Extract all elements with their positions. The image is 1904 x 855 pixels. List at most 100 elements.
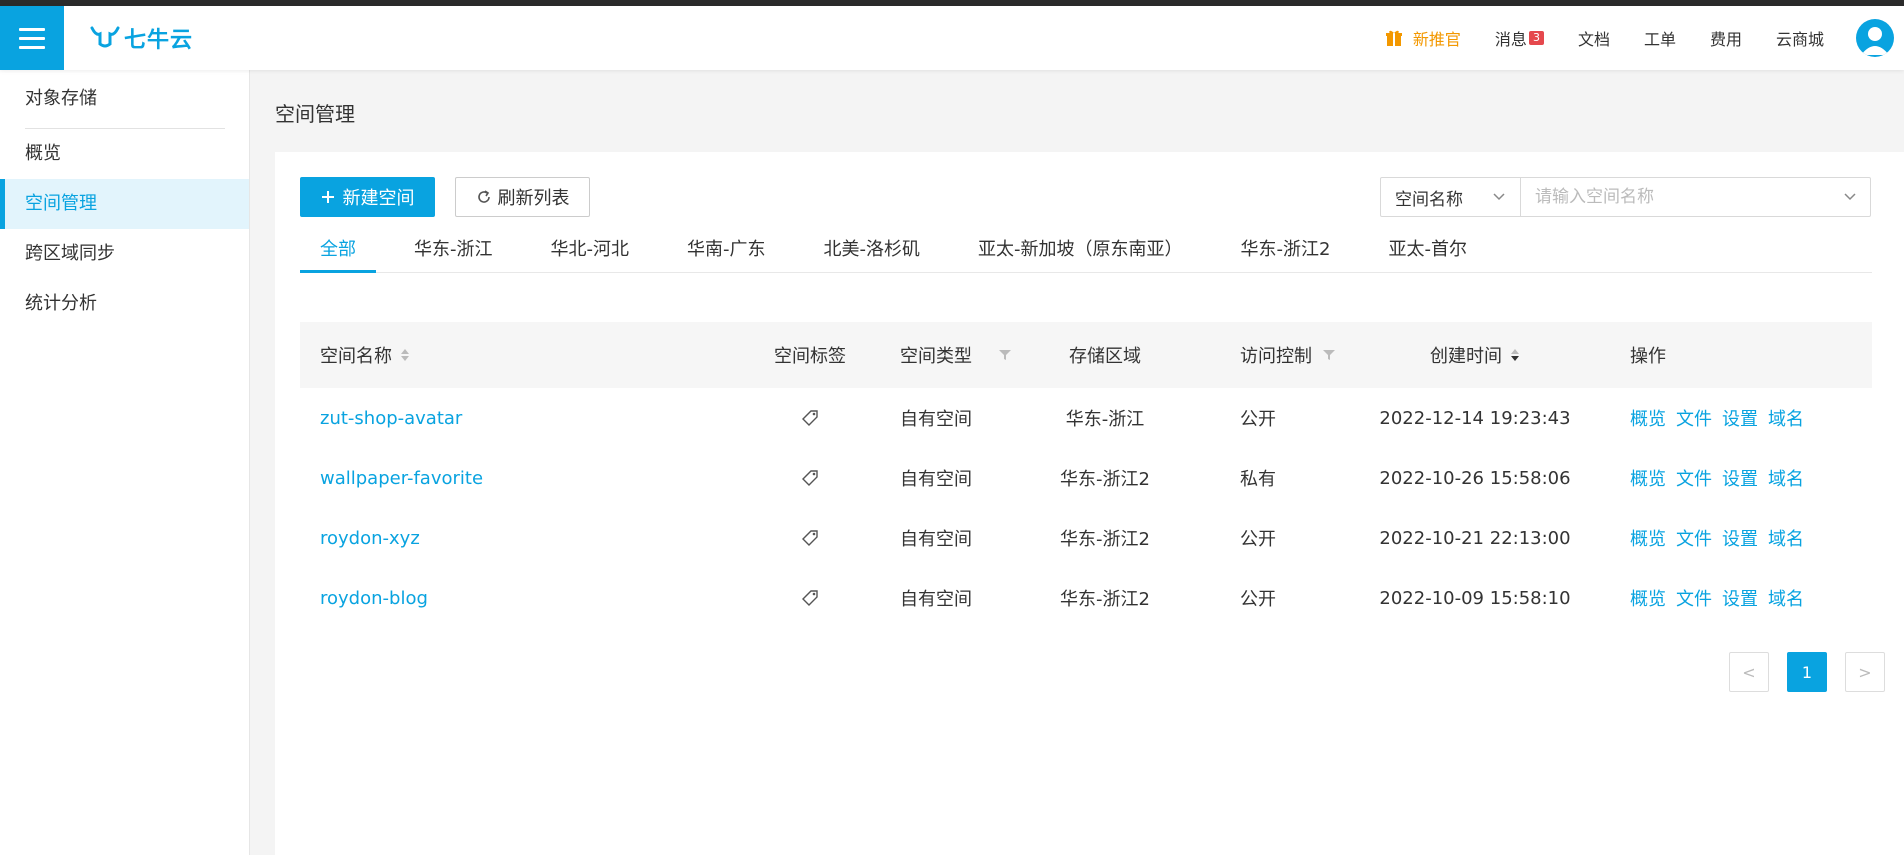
bucket-created: 2022-10-21 22:13:00 [1379,527,1571,549]
action-files[interactable]: 文件 [1676,525,1712,551]
tab-east-zhejiang2[interactable]: 华东-浙江2 [1221,227,1351,273]
search-field-select[interactable]: 空间名称 [1381,178,1521,216]
page-number-button[interactable]: 1 [1787,652,1827,692]
action-overview[interactable]: 概览 [1630,585,1666,611]
chevron-down-icon [1493,193,1505,201]
main-content: 空间管理 新建空间 刷新列表 空间名称 请输入空间名称 全部 华东-浙江 华北-… [251,70,1904,855]
bucket-region: 华东-浙江2 [1060,529,1150,550]
bucket-name-link[interactable]: wallpaper-favorite [320,468,483,489]
table-row: roydon-blog 自有空间 华东-浙江2 公开 2022-10-09 15… [300,568,1872,628]
bucket-region: 华东-浙江2 [1060,589,1150,610]
sidebar-item-statistics[interactable]: 统计分析 [0,279,249,329]
bucket-name-link[interactable]: roydon-blog [320,588,428,609]
tab-na-los-angeles[interactable]: 北美-洛杉矶 [804,227,941,273]
tab-east-zhejiang[interactable]: 华东-浙江 [394,227,513,273]
bucket-created: 2022-10-09 15:58:10 [1379,587,1571,609]
plus-icon [321,191,334,203]
refresh-icon [477,190,490,203]
sidebar-item-cross-region-sync[interactable]: 跨区域同步 [0,229,249,279]
action-overview[interactable]: 概览 [1630,465,1666,491]
action-settings[interactable]: 设置 [1722,465,1758,491]
tag-icon[interactable] [800,588,820,608]
docs-link[interactable]: 文档 [1578,26,1610,50]
action-overview[interactable]: 概览 [1630,405,1666,431]
sidebar: 对象存储 概览 空间管理 跨区域同步 统计分析 [0,70,250,855]
bucket-table: 空间名称 空间标签 空间类型 存储区域 访问控制 创建时间 操作 zut-sho… [300,322,1872,628]
col-header-name[interactable]: 空间名称 [300,342,760,368]
bucket-name-input[interactable] [1521,178,1830,216]
col-header-tag: 空间标签 [774,346,846,367]
top-header: 七牛云 新推官 消息 3 文档 工单 费用 云商城 [0,6,1904,70]
action-files[interactable]: 文件 [1676,465,1712,491]
tab-ap-singapore[interactable]: 亚太-新加坡（原东南亚） [958,227,1203,273]
bucket-name-link[interactable]: roydon-xyz [320,528,420,549]
new-promo-label: 新推官 [1412,30,1461,49]
action-domains[interactable]: 域名 [1768,405,1804,431]
user-avatar[interactable] [1856,19,1894,57]
page-title: 空间管理 [275,102,355,126]
action-files[interactable]: 文件 [1676,585,1712,611]
marketplace-link[interactable]: 云商城 [1776,26,1824,50]
billing-link[interactable]: 费用 [1710,26,1742,50]
tab-north-hebei[interactable]: 华北-河北 [531,227,650,273]
refresh-list-button[interactable]: 刷新列表 [455,177,590,217]
col-header-actions: 操作 [1630,346,1666,367]
bucket-type: 自有空间 [900,589,972,610]
table-header: 空间名称 空间标签 空间类型 存储区域 访问控制 创建时间 操作 [300,322,1872,388]
bucket-type: 自有空间 [900,409,972,430]
pagination: < 1 > [1729,652,1885,692]
user-icon [1861,27,1889,55]
bucket-access: 公开 [1240,529,1276,550]
create-bucket-button[interactable]: 新建空间 [300,177,435,217]
logo[interactable]: 七牛云 [90,24,194,53]
logo-text: 七牛云 [124,28,194,53]
search-dropdown-toggle[interactable] [1830,178,1870,216]
content-card: 新建空间 刷新列表 空间名称 全部 [275,152,1904,855]
bucket-access: 公开 [1240,409,1276,430]
tab-ap-seoul[interactable]: 亚太-首尔 [1368,227,1487,273]
gift-icon [1385,30,1402,46]
tag-icon[interactable] [800,528,820,548]
col-header-created[interactable]: 创建时间 [1350,342,1600,368]
tickets-link[interactable]: 工单 [1644,26,1676,50]
sidebar-item-overview[interactable]: 概览 [0,129,249,179]
sidebar-title: 对象存储 [25,88,97,109]
action-domains[interactable]: 域名 [1768,525,1804,551]
message-count-badge: 3 [1528,31,1544,45]
tag-icon[interactable] [800,468,820,488]
col-header-type[interactable]: 空间类型 [860,342,1030,368]
sidebar-item-bucket-management[interactable]: 空间管理 [0,179,249,229]
messages-link[interactable]: 消息 3 [1495,26,1544,50]
sort-icon [401,349,409,361]
bucket-created: 2022-10-26 15:58:06 [1379,467,1571,489]
bull-logo-icon [90,26,120,48]
tab-south-guangdong[interactable]: 华南-广东 [667,227,786,273]
region-tabs: 全部 华东-浙江 华北-河北 华南-广东 北美-洛杉矶 亚太-新加坡（原东南亚）… [300,227,1872,273]
col-header-access[interactable]: 访问控制 [1180,342,1350,368]
action-domains[interactable]: 域名 [1768,465,1804,491]
action-overview[interactable]: 概览 [1630,525,1666,551]
action-settings[interactable]: 设置 [1722,405,1758,431]
bucket-type: 自有空间 [900,529,972,550]
filter-icon [999,350,1011,360]
bucket-type: 自有空间 [900,469,972,490]
bucket-region: 华东-浙江2 [1060,469,1150,490]
action-domains[interactable]: 域名 [1768,585,1804,611]
bucket-access: 公开 [1240,589,1276,610]
prev-page-button[interactable]: < [1729,652,1769,692]
tab-all[interactable]: 全部 [300,227,376,273]
table-row: zut-shop-avatar 自有空间 华东-浙江 公开 2022-12-14… [300,388,1872,448]
bucket-search: 空间名称 [1380,177,1871,217]
bucket-created: 2022-12-14 19:23:43 [1379,407,1571,429]
action-settings[interactable]: 设置 [1722,525,1758,551]
menu-button[interactable] [0,6,64,70]
action-files[interactable]: 文件 [1676,405,1712,431]
tag-icon[interactable] [800,408,820,428]
bucket-name-link[interactable]: zut-shop-avatar [320,408,462,429]
action-settings[interactable]: 设置 [1722,585,1758,611]
table-row: wallpaper-favorite 自有空间 华东-浙江2 私有 2022-1… [300,448,1872,508]
col-header-region: 存储区域 [1069,346,1141,367]
sort-desc-icon [1511,349,1519,361]
next-page-button[interactable]: > [1845,652,1885,692]
new-promo-link[interactable]: 新推官 [1385,26,1461,50]
